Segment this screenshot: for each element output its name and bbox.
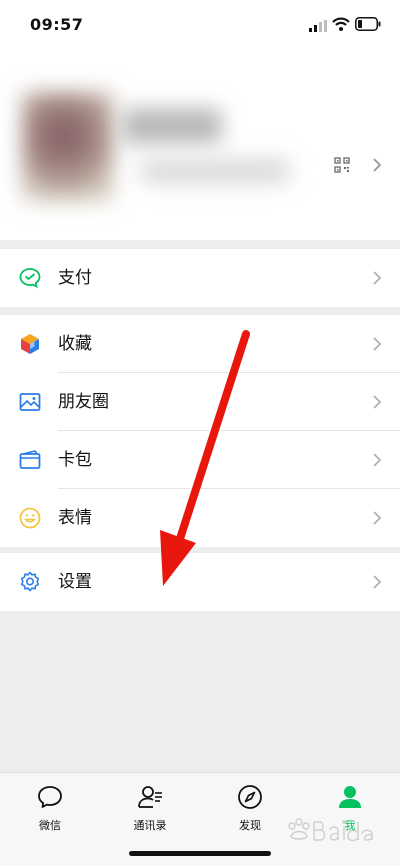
cellular-signal-icon [309,20,327,32]
menu-item-label: 卡包 [58,450,92,470]
tab-label: 通讯录 [133,819,167,832]
tab-contacts[interactable]: 通讯录 [110,783,190,833]
menu-item-label: 设置 [58,572,92,592]
chevron-right-icon [373,158,382,172]
moments-picture-icon [19,393,41,411]
chevron-right-icon [373,453,382,467]
chevron-right-icon [373,395,382,409]
card-wallet-icon [19,450,41,469]
tab-label: 微信 [39,819,61,832]
status-bar: 09:57 [0,0,400,50]
menu-item-stickers[interactable]: 表情 [0,489,400,547]
menu-group-settings: 设置 [0,553,400,611]
menu-group-pay: 支付 [0,249,400,307]
menu-item-cards[interactable]: 卡包 [0,431,400,489]
chevron-right-icon [373,511,382,525]
home-indicator [129,851,271,856]
chevron-right-icon [373,575,382,589]
compass-icon [238,785,262,809]
avatar[interactable] [22,92,114,202]
sticker-smile-icon [19,507,41,529]
qr-code-icon[interactable] [334,157,350,173]
person-icon [339,786,361,808]
chat-bubble-icon [38,786,62,808]
contacts-icon [138,786,162,808]
menu-item-label: 表情 [58,508,92,528]
favorites-cube-icon [21,334,39,354]
profile-id-blurred [140,158,290,184]
menu-item-settings[interactable]: 设置 [0,553,400,611]
chevron-right-icon [373,271,382,285]
profile-name-blurred [122,108,222,144]
wifi-icon [332,17,350,31]
status-time: 09:57 [30,15,84,34]
battery-icon [355,17,381,31]
wechat-pay-icon [19,268,41,289]
menu-item-label: 朋友圈 [58,392,109,412]
menu-group-features: 收藏 朋友圈 卡包 表情 [0,315,400,547]
chevron-right-icon [373,337,382,351]
menu-item-label: 支付 [58,268,92,288]
profile-header[interactable] [0,50,400,240]
tab-chats[interactable]: 微信 [10,783,90,833]
menu-item-pay[interactable]: 支付 [0,249,400,307]
watermark-logo-icon [288,818,373,842]
tab-label: 发现 [239,819,261,832]
menu-item-moments[interactable]: 朋友圈 [0,373,400,431]
settings-gear-icon [20,571,40,592]
menu-item-label: 收藏 [58,334,92,354]
menu-item-favorites[interactable]: 收藏 [0,315,400,373]
tab-discover[interactable]: 发现 [210,783,290,833]
